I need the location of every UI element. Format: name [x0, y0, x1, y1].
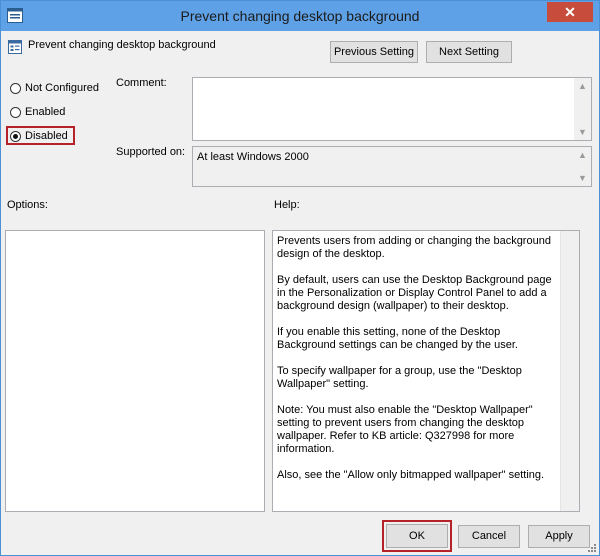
comment-textbox[interactable]: ▲ ▼ [192, 77, 592, 141]
help-label: Help: [274, 199, 300, 211]
scroll-down-icon[interactable]: ▼ [574, 124, 591, 140]
cancel-button[interactable]: Cancel [458, 525, 520, 548]
close-button[interactable]: ✕ [547, 2, 593, 22]
close-icon: ✕ [564, 4, 576, 20]
radio-not-configured[interactable]: Not Configured [10, 80, 99, 96]
setting-name: Prevent changing desktop background [28, 39, 216, 51]
supported-on-label: Supported on: [116, 146, 186, 158]
help-panel[interactable]: Prevents users from adding or changing t… [272, 230, 580, 512]
next-setting-button[interactable]: Next Setting [426, 41, 512, 63]
supported-scrollbar[interactable]: ▲ ▼ [574, 147, 591, 186]
options-panel [5, 230, 265, 512]
help-paragraph: To specify wallpaper for a group, use th… [277, 365, 522, 390]
supported-on-field: At least Windows 2000 ▲ ▼ [192, 146, 592, 187]
options-label: Options: [7, 199, 48, 211]
help-paragraph: Note: You must also enable the "Desktop … [277, 404, 533, 455]
supported-on-value: At least Windows 2000 [197, 151, 309, 163]
apply-button[interactable]: Apply [528, 525, 590, 548]
radio-button[interactable] [10, 106, 21, 118]
radio-button[interactable] [10, 82, 21, 94]
scroll-up-icon[interactable]: ▲ [574, 78, 591, 94]
help-paragraph: If you enable this setting, none of the … [277, 326, 518, 351]
setting-icon [8, 40, 22, 54]
help-paragraph: Prevents users from adding or changing t… [277, 235, 551, 260]
radio-disabled[interactable]: Disabled [10, 128, 68, 144]
help-text: Prevents users from adding or changing t… [277, 235, 559, 495]
ok-button[interactable]: OK [386, 524, 448, 548]
title-bar[interactable]: Prevent changing desktop background ✕ [1, 1, 599, 31]
help-scrollbar[interactable] [560, 231, 579, 511]
help-paragraph: By default, users can use the Desktop Ba… [277, 274, 552, 312]
radio-label: Enabled [25, 106, 66, 118]
comment-scrollbar[interactable]: ▲ ▼ [574, 78, 591, 140]
help-paragraph: Also, see the "Allow only bitmapped wall… [277, 469, 545, 481]
resize-grip-icon[interactable] [587, 543, 597, 553]
comment-label: Comment: [116, 77, 167, 89]
previous-setting-button[interactable]: Previous Setting [330, 41, 418, 63]
radio-enabled[interactable]: Enabled [10, 104, 65, 120]
policy-dialog: Prevent changing desktop background ✕ Pr… [0, 0, 600, 556]
radio-button-selected[interactable] [10, 130, 21, 142]
scroll-down-icon[interactable]: ▼ [574, 170, 591, 186]
radio-label: Not Configured [25, 82, 99, 94]
radio-label: Disabled [25, 130, 68, 142]
scroll-up-icon[interactable]: ▲ [574, 147, 591, 163]
window-title: Prevent changing desktop background [180, 8, 420, 24]
